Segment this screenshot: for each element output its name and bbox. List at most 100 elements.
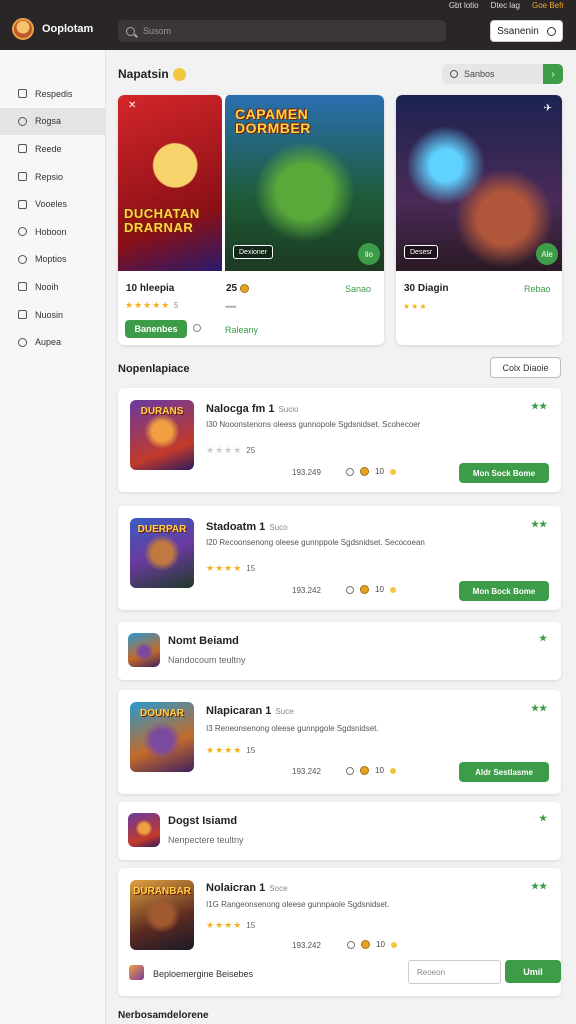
sidebar-item-label: Aupea <box>35 337 62 348</box>
list-item-1-button[interactable]: Mon Sock Bome <box>459 463 549 483</box>
featured-card-1-name: 10 hleepia <box>126 283 175 294</box>
featured-card-1-art[interactable]: ✕ DUCHATAN DRARNAR <box>118 95 222 271</box>
search-placeholder: Reoeon <box>417 967 446 977</box>
list-item-6-meta: 10 <box>347 940 397 949</box>
sidebar-item-8[interactable]: Nooih <box>0 273 105 301</box>
count: 10 <box>375 467 384 476</box>
smiley-icon <box>172 68 186 82</box>
featured-card-2-dots: ••••• <box>225 302 237 312</box>
list-item-4[interactable]: DOUNAR Nlapicaran 1 Suce I3 Reneonsenong … <box>118 690 561 794</box>
sidebar-item-7[interactable]: Moptios <box>0 246 105 274</box>
sidebar-item-3[interactable]: Reede <box>0 135 105 163</box>
filter-dropdown[interactable]: Sanbos › <box>442 64 563 84</box>
top-link-3[interactable]: Goe Befr <box>532 1 564 10</box>
title-tag: Suce <box>275 707 294 716</box>
rating-value: 25 <box>246 446 256 455</box>
list-item-6-avatar <box>129 965 144 980</box>
list-item-6-button[interactable]: Umil <box>505 960 561 983</box>
featured-card-1-rating: 5 <box>173 301 180 310</box>
list-item-2-stars: ★★★★ 15 <box>206 563 256 573</box>
featured-card-2-status[interactable]: Sanao <box>345 284 371 294</box>
list-item-2-meta: 10 <box>346 585 396 594</box>
list-item-5[interactable]: Dogst Isiamd Nenpectere teultny ★ <box>118 802 561 860</box>
featured-title: Napatsin <box>118 67 186 82</box>
featured-card-3-status[interactable]: Rebao <box>524 284 551 294</box>
filter-label: Sanbos <box>464 69 495 79</box>
count: 10 <box>375 766 384 775</box>
search-placeholder: Susom <box>143 26 172 36</box>
coin-icon <box>360 467 369 476</box>
heart-icon[interactable] <box>347 940 355 949</box>
list-more-button[interactable]: Colx Diaoie <box>490 357 561 378</box>
sidebar-item-4[interactable]: Repsio <box>0 163 105 191</box>
circle-icon <box>546 26 556 36</box>
sidebar-item-6[interactable]: Hoboon <box>0 218 105 246</box>
list-item-1-thumb: DURANS <box>130 400 194 470</box>
list-item-1-desc: I30 Nooonstenons oleess gunnopole Sgdsni… <box>206 420 421 429</box>
list-item-1[interactable]: DURANS Nalocga fm 1 Sucio I30 Nooonstenon… <box>118 388 561 492</box>
featured-card-3[interactable]: ✈ Desesr Ale 30 Diagin Rebao ★★★ <box>396 95 562 345</box>
list-item-4-stars: ★★★★ 15 <box>206 745 256 755</box>
box-icon <box>18 89 27 99</box>
list-item-6-stars: ★★★★ 15 <box>206 920 256 930</box>
sidebar-item-9[interactable]: Nuosin <box>0 301 105 329</box>
sidebar-item-1[interactable]: Respedis <box>0 80 105 108</box>
rating-value: 15 <box>246 564 256 573</box>
thumb-title: DURANS <box>140 406 184 417</box>
count: 10 <box>375 585 384 594</box>
list-item-4-desc: I3 Reneonsenong oleese gunnpgole Sgdsnid… <box>206 724 379 733</box>
top-action-button[interactable]: Ssanenin <box>490 20 563 42</box>
thumb-title: DOUNAR <box>140 708 184 719</box>
heart-icon[interactable] <box>346 766 354 775</box>
sidebar-item-label: Hoboon <box>35 226 67 237</box>
list-item-6-search-input[interactable]: Reoeon <box>408 960 501 984</box>
list-item-2[interactable]: DUERPAR Stadoatm 1 Suco I20 Recoonsenong … <box>118 506 561 610</box>
arrow-right-icon[interactable]: › <box>543 64 563 84</box>
sidebar-item-10[interactable]: Aupea <box>0 328 105 356</box>
filter-icon <box>450 70 458 78</box>
heart-icon[interactable] <box>346 467 354 476</box>
featured-card-3-name: 30 Diagin <box>404 283 449 294</box>
list-item-5-rank: ★ <box>539 813 548 823</box>
list-item-2-thumb: DUERPAR <box>130 518 194 588</box>
title-text: Nalocga fm 1 <box>206 403 275 415</box>
top-action-label: Ssanenin <box>497 25 539 37</box>
featured-title-text: Napatsin <box>118 67 169 81</box>
list-item-1-meta: 10 <box>346 467 396 476</box>
featured-card-1-button[interactable]: Banenbes <box>125 320 187 338</box>
featured-card-3-badge[interactable]: Ale <box>536 243 558 265</box>
bookmark-icon[interactable]: ✕ <box>128 100 136 111</box>
top-link-1[interactable]: Gbt lotio <box>449 1 479 10</box>
list-item-2-button[interactable]: Mon Bock Bome <box>459 581 549 601</box>
list-item-1-title: Nalocga fm 1 Sucio <box>206 403 298 415</box>
sidebar-item-5[interactable]: Vooeles <box>0 190 105 218</box>
share-icon[interactable] <box>193 324 201 332</box>
list-item-2-desc: I20 Recoonsenong oleese gunnppole Sgdsni… <box>206 538 425 547</box>
thumb-title: DURANBAR <box>133 886 191 897</box>
brand[interactable]: Ooplotam <box>12 18 93 40</box>
pin-icon[interactable]: ✈ <box>544 103 552 114</box>
settings-icon <box>18 337 27 347</box>
featured-card-2-art[interactable]: CAPAMEN DORMBER Dexioner lio <box>223 95 384 271</box>
featured-panel: ✕ DUCHATAN DRARNAR CAPAMEN DORMBER Dexio… <box>118 95 384 345</box>
sidebar-item-label: Reede <box>35 143 62 154</box>
list-item-6-title: Nolaicran 1 Soce <box>206 882 288 894</box>
top-link-2[interactable]: Dtec lag <box>491 1 520 10</box>
dot-icon <box>390 941 397 948</box>
search-input[interactable]: Susom <box>118 20 446 42</box>
top-links: Gbt lotio Dtec lag Goe Befr <box>449 1 564 10</box>
sidebar-item-2[interactable]: Rogsa <box>0 107 105 136</box>
list-item-4-button[interactable]: Aldr Sestlasme <box>459 762 549 782</box>
coin-icon <box>360 585 369 594</box>
list-item-3[interactable]: Nomt Beiamd Nandocoum teultny ★ <box>118 622 561 680</box>
user-icon <box>18 254 27 264</box>
list-item-6[interactable]: DURANBAR Nolaicran 1 Soce I1G Rangeonseno… <box>118 868 561 996</box>
featured-card-3-art[interactable]: ✈ Desesr Ale <box>396 95 562 271</box>
featured-card-2-badge[interactable]: lio <box>358 243 380 265</box>
search-icon <box>126 26 135 36</box>
doc-icon <box>18 310 27 320</box>
list-item-5-sub: Nenpectere teultny <box>168 835 244 845</box>
list-item-1-stars: ★★★★ 25 <box>206 445 256 455</box>
heart-icon[interactable] <box>346 585 354 594</box>
title-tag: Soce <box>269 884 288 893</box>
